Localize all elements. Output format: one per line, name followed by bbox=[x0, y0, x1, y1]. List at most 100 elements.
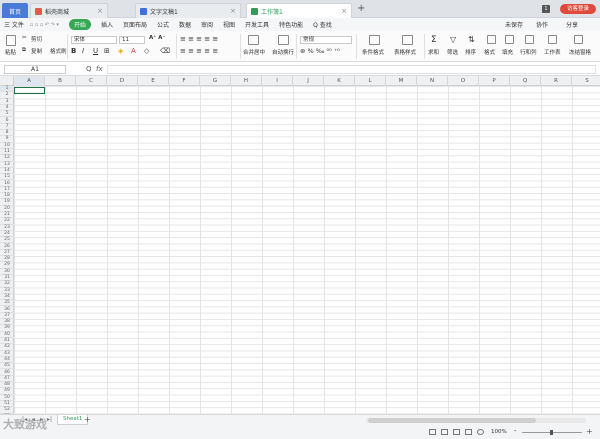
column-header-r[interactable]: R bbox=[541, 76, 572, 86]
menu-developer[interactable]: 开发工具 bbox=[245, 20, 269, 29]
paste-button[interactable]: 粘贴 bbox=[5, 48, 16, 56]
menu-review[interactable]: 审阅 bbox=[201, 20, 213, 29]
merge-center-button[interactable]: 合并居中 bbox=[243, 48, 265, 56]
column-header-l[interactable]: L bbox=[355, 76, 386, 86]
close-icon[interactable]: × bbox=[97, 7, 103, 15]
page-break-icon[interactable] bbox=[453, 429, 460, 435]
clear-format-icon[interactable]: ◇ bbox=[144, 47, 149, 55]
copy-button[interactable]: 复制 bbox=[31, 47, 42, 55]
share-button[interactable]: 分享 bbox=[566, 20, 578, 29]
align-top-icon[interactable]: ≡ ≡ ≡ ≡ ≡ bbox=[180, 35, 218, 43]
tab-document[interactable]: 文字文稿1 × bbox=[135, 3, 241, 18]
format-icon[interactable] bbox=[487, 35, 496, 44]
menu-page-layout[interactable]: 页面布局 bbox=[123, 20, 147, 29]
menu-formulas[interactable]: 公式 bbox=[157, 20, 169, 29]
window-count-badge[interactable]: 1 bbox=[542, 5, 550, 13]
italic-button[interactable]: I bbox=[82, 47, 84, 55]
tab-workbook[interactable]: 工作簿1 × bbox=[246, 3, 352, 18]
column-header-p[interactable]: P bbox=[479, 76, 510, 86]
column-header-c[interactable]: C bbox=[76, 76, 107, 86]
cond-format-button[interactable]: 条件格式 bbox=[362, 48, 384, 56]
sort-button[interactable]: 排序 bbox=[465, 48, 476, 56]
column-header-k[interactable]: K bbox=[324, 76, 355, 86]
column-header-e[interactable]: E bbox=[138, 76, 169, 86]
percent-icon[interactable]: ⊛ % ‰ ⁰⁰ ⁺⁰ bbox=[300, 47, 340, 55]
column-header-o[interactable]: O bbox=[448, 76, 479, 86]
horizontal-scrollbar[interactable] bbox=[366, 418, 586, 423]
menu-view[interactable]: 视图 bbox=[223, 20, 235, 29]
font-size-select[interactable]: 11 bbox=[119, 36, 145, 44]
column-header-i[interactable]: I bbox=[262, 76, 293, 86]
sum-button[interactable]: 求和 bbox=[428, 48, 439, 56]
name-box[interactable]: A1 bbox=[4, 65, 66, 74]
new-tab-button[interactable]: + bbox=[357, 3, 365, 14]
close-icon[interactable]: × bbox=[341, 7, 347, 15]
unsaved-status[interactable]: 未保存 bbox=[505, 20, 523, 29]
active-cell[interactable] bbox=[14, 87, 45, 94]
column-header-q[interactable]: Q bbox=[510, 76, 541, 86]
filter-icon[interactable]: ▽ bbox=[450, 35, 456, 44]
tab-docer-store[interactable]: 稻壳商城 × bbox=[30, 3, 108, 18]
page-layout-icon[interactable] bbox=[441, 429, 448, 435]
table-style-icon[interactable] bbox=[402, 35, 413, 45]
column-header-g[interactable]: G bbox=[200, 76, 231, 86]
select-all-corner[interactable] bbox=[0, 76, 14, 86]
eye-protect-icon[interactable] bbox=[477, 429, 484, 435]
menu-data[interactable]: 数据 bbox=[179, 20, 191, 29]
fill-color-icon[interactable]: ◈ bbox=[118, 47, 123, 55]
column-header-f[interactable]: F bbox=[169, 76, 200, 86]
normal-view-icon[interactable] bbox=[429, 429, 436, 435]
zoom-slider-knob[interactable] bbox=[550, 430, 553, 435]
cell-area[interactable] bbox=[14, 86, 600, 414]
fill-button[interactable]: 填充 bbox=[502, 48, 513, 56]
zoom-in-button[interactable]: + bbox=[586, 427, 593, 436]
format-painter-button[interactable]: 格式刷 bbox=[50, 47, 67, 55]
sheet-nav-last-icon[interactable]: ▸| bbox=[47, 416, 52, 423]
freeze-icon[interactable] bbox=[574, 35, 583, 44]
row-col-button[interactable]: 行和列 bbox=[520, 48, 537, 56]
filter-button[interactable]: 筛选 bbox=[447, 48, 458, 56]
column-header-b[interactable]: B bbox=[45, 76, 76, 86]
tab-home[interactable]: 首页 bbox=[2, 3, 28, 18]
sum-icon[interactable]: Σ bbox=[431, 35, 437, 45]
underline-button[interactable]: U bbox=[93, 47, 98, 55]
guest-login-button[interactable]: 访客登录 bbox=[560, 4, 596, 14]
formula-input[interactable] bbox=[107, 65, 596, 74]
menu-home[interactable]: 开始 bbox=[68, 19, 91, 30]
increase-font-icon[interactable]: A⁺ A⁻ bbox=[149, 35, 165, 41]
column-header-s[interactable]: S bbox=[572, 76, 600, 86]
scrollbar-thumb[interactable] bbox=[368, 418, 536, 423]
worksheet-button[interactable]: 工作表 bbox=[544, 48, 561, 56]
row-col-icon[interactable] bbox=[525, 35, 534, 44]
paste-icon[interactable] bbox=[6, 35, 16, 46]
search-button[interactable]: Q 查找 bbox=[313, 20, 332, 29]
clear-icon[interactable]: ⌫ bbox=[160, 47, 170, 55]
quick-access-icons[interactable]: ▫ ▫ ▫ ↶ ↷ ▾ bbox=[30, 22, 59, 28]
format-button[interactable]: 格式 bbox=[484, 48, 495, 56]
collab-button[interactable]: 协作 bbox=[536, 20, 548, 29]
column-header-j[interactable]: J bbox=[293, 76, 324, 86]
border-icon[interactable]: ⊞ bbox=[104, 47, 110, 55]
wrap-text-icon[interactable] bbox=[278, 35, 289, 45]
fx-icon[interactable]: fx bbox=[96, 65, 103, 73]
bold-button[interactable]: B bbox=[71, 47, 76, 55]
font-color-icon[interactable]: A bbox=[131, 47, 136, 55]
menu-features[interactable]: 特色功能 bbox=[279, 20, 303, 29]
cut-button[interactable]: 剪切 bbox=[31, 35, 42, 43]
conditional-format-icon[interactable] bbox=[369, 35, 380, 45]
add-sheet-button[interactable]: + bbox=[84, 415, 91, 424]
file-menu[interactable]: 三 文件 bbox=[4, 20, 24, 29]
column-header-d[interactable]: D bbox=[107, 76, 138, 86]
column-header-n[interactable]: N bbox=[417, 76, 448, 86]
table-style-button[interactable]: 表格样式 bbox=[394, 48, 416, 56]
align-left-icon[interactable]: ≡ ≡ ≡ ≡ ≡ bbox=[180, 47, 218, 55]
reading-view-icon[interactable] bbox=[465, 429, 472, 435]
worksheet-icon[interactable] bbox=[548, 35, 557, 44]
font-name-select[interactable]: 宋体 bbox=[71, 36, 117, 44]
wrap-text-button[interactable]: 自动换行 bbox=[272, 48, 294, 56]
copy-icon[interactable]: ⧉ bbox=[22, 47, 26, 54]
scissors-icon[interactable]: ✂ bbox=[22, 35, 27, 41]
freeze-panes-button[interactable]: 冻结窗格 bbox=[569, 48, 591, 56]
zoom-out-button[interactable]: - bbox=[514, 427, 517, 435]
close-icon[interactable]: × bbox=[230, 7, 236, 15]
